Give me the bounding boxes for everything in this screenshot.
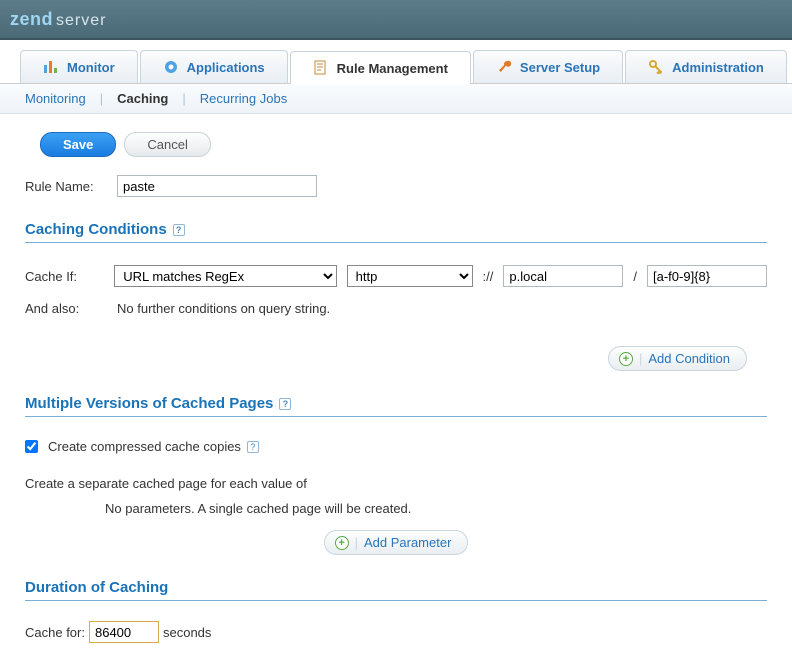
cache-if-row: Cache If: URL matches RegEx http :// /: [25, 265, 767, 287]
add-condition-button[interactable]: + | Add Condition: [608, 346, 747, 371]
rule-icon: [313, 60, 329, 76]
pill-divider: |: [355, 535, 358, 550]
rule-name-label: Rule Name:: [25, 179, 117, 194]
compressed-label-text: Create compressed cache copies: [48, 439, 241, 454]
section-duration: Duration of Caching: [25, 579, 767, 601]
separate-text: Create a separate cached page for each v…: [25, 476, 767, 491]
sub-nav: Monitoring | Caching | Recurring Jobs: [0, 84, 792, 114]
and-also-label: And also:: [25, 301, 117, 316]
protocol-select[interactable]: http: [347, 265, 473, 287]
add-parameter-label: Add Parameter: [364, 535, 451, 550]
wrench-icon: [496, 59, 512, 75]
duration-unit: seconds: [163, 625, 211, 640]
path-separator: /: [633, 269, 637, 284]
applications-icon: [163, 59, 179, 75]
cache-for-label: Cache for:: [25, 625, 85, 640]
monitor-icon: [43, 59, 59, 75]
plus-icon: +: [335, 536, 349, 550]
section-multiple-versions: Multiple Versions of Cached Pages ?: [25, 395, 767, 417]
tab-applications[interactable]: Applications: [140, 50, 288, 83]
pill-divider: |: [639, 351, 642, 366]
compressed-label: Create compressed cache copies ?: [48, 439, 259, 454]
help-icon[interactable]: ?: [247, 441, 259, 453]
compressed-row: Create compressed cache copies ?: [25, 439, 767, 454]
scheme-separator: ://: [483, 269, 494, 284]
rule-name-row: Rule Name:: [25, 175, 767, 197]
subnav-sep: |: [182, 91, 185, 106]
app-header: zend server: [0, 0, 792, 40]
tab-administration-label: Administration: [672, 60, 764, 75]
tab-rule-management[interactable]: Rule Management: [290, 51, 471, 84]
key-icon: [648, 59, 664, 75]
main-tabs: Monitor Applications Rule Management Ser…: [0, 50, 792, 84]
help-icon[interactable]: ?: [173, 224, 185, 236]
host-input[interactable]: [503, 265, 623, 287]
help-icon[interactable]: ?: [279, 398, 291, 410]
add-condition-label: Add Condition: [648, 351, 730, 366]
add-parameter-row: + | Add Parameter: [25, 530, 767, 555]
tab-rule-management-label: Rule Management: [337, 61, 448, 76]
logo: zend server: [10, 9, 106, 30]
save-button[interactable]: Save: [40, 132, 116, 157]
duration-row: Cache for: seconds: [25, 621, 767, 643]
cache-if-label: Cache If:: [25, 269, 104, 284]
plus-icon: +: [619, 352, 633, 366]
section-caching-conditions: Caching Conditions ?: [25, 221, 767, 243]
section-multiple-versions-title: Multiple Versions of Cached Pages: [25, 395, 273, 412]
path-input[interactable]: [647, 265, 767, 287]
logo-brand: zend: [10, 9, 53, 30]
tab-server-setup[interactable]: Server Setup: [473, 50, 623, 83]
add-condition-row: + | Add Condition: [25, 346, 767, 371]
cancel-button[interactable]: Cancel: [124, 132, 210, 157]
and-also-row: And also: No further conditions on query…: [25, 301, 767, 316]
tab-server-setup-label: Server Setup: [520, 60, 600, 75]
match-mode-select[interactable]: URL matches RegEx: [114, 265, 336, 287]
logo-product: server: [56, 12, 106, 30]
subnav-caching[interactable]: Caching: [117, 91, 168, 106]
duration-input[interactable]: [89, 621, 159, 643]
compressed-checkbox[interactable]: [25, 440, 38, 453]
subnav-monitoring[interactable]: Monitoring: [25, 91, 86, 106]
section-caching-conditions-title: Caching Conditions: [25, 221, 167, 238]
rule-name-input[interactable]: [117, 175, 317, 197]
tab-monitor[interactable]: Monitor: [20, 50, 138, 83]
tab-monitor-label: Monitor: [67, 60, 115, 75]
subnav-recurring[interactable]: Recurring Jobs: [200, 91, 287, 106]
separate-subtext: No parameters. A single cached page will…: [105, 501, 767, 516]
content: Save Cancel Rule Name: Caching Condition…: [0, 114, 792, 663]
action-buttons: Save Cancel: [40, 132, 767, 157]
subnav-sep: |: [100, 91, 103, 106]
add-parameter-button[interactable]: + | Add Parameter: [324, 530, 469, 555]
tab-administration[interactable]: Administration: [625, 50, 787, 83]
and-also-text: No further conditions on query string.: [117, 301, 330, 316]
tab-applications-label: Applications: [187, 60, 265, 75]
